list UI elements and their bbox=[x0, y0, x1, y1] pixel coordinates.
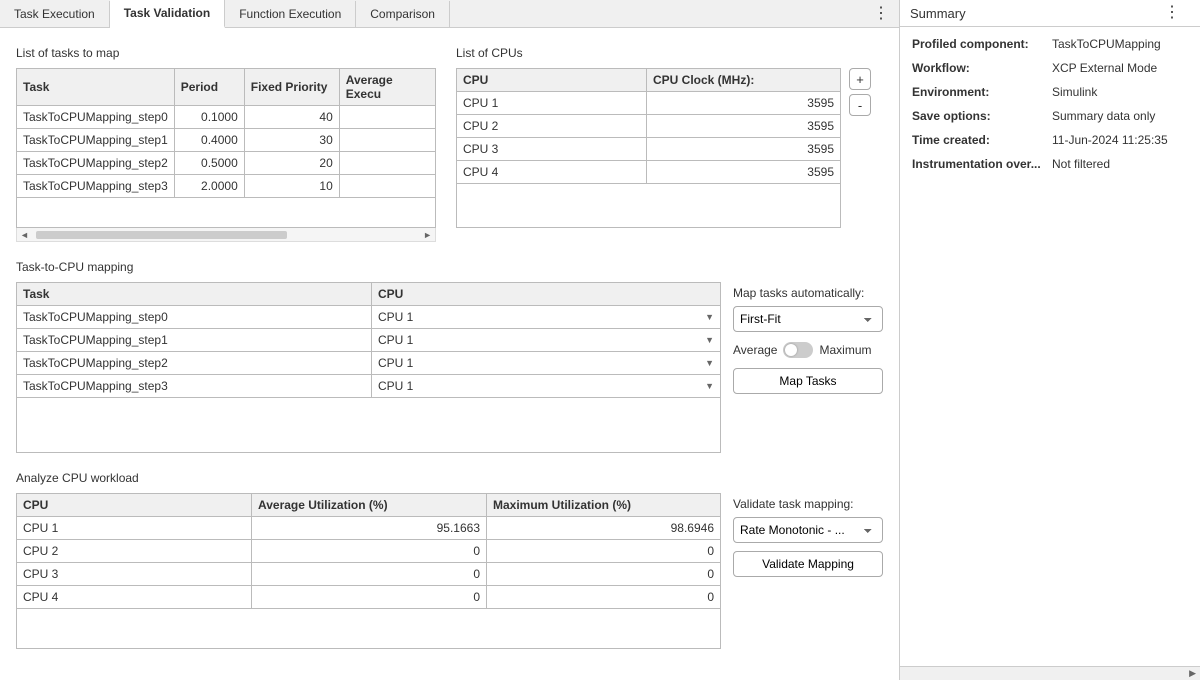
workload-th-max[interactable]: Maximum Utilization (%) bbox=[487, 494, 721, 517]
summary-val: Summary data only bbox=[1052, 109, 1188, 123]
table-row[interactable]: TaskToCPUMapping_step10.400030 bbox=[17, 129, 436, 152]
table-row[interactable]: CPU 195.166398.6946 bbox=[17, 517, 721, 540]
summary-title: Summary bbox=[910, 6, 966, 21]
map-algorithm-select[interactable]: First-Fit bbox=[733, 306, 883, 332]
summary-menu-icon[interactable]: ⋮ bbox=[1154, 5, 1190, 21]
summary-header: Summary ⋮ bbox=[900, 0, 1200, 27]
tasks-table[interactable]: Task Period Fixed Priority Average Execu… bbox=[16, 68, 436, 198]
mapping-th-cpu[interactable]: CPU bbox=[372, 283, 721, 306]
workload-section-label: Analyze CPU workload bbox=[16, 471, 883, 485]
table-row[interactable]: CPU 13595 bbox=[457, 92, 841, 115]
toggle-label-average: Average bbox=[733, 343, 777, 357]
mapping-th-task[interactable]: Task bbox=[17, 283, 372, 306]
summary-key: Instrumentation over... bbox=[912, 157, 1052, 171]
table-row[interactable]: TaskToCPUMapping_step00.100040 bbox=[17, 106, 436, 129]
summary-key: Profiled component: bbox=[912, 37, 1052, 51]
summary-val: Not filtered bbox=[1052, 157, 1188, 171]
table-row[interactable]: TaskToCPUMapping_step3CPU 1▼ bbox=[17, 375, 721, 398]
main-tabbar: Task Execution Task Validation Function … bbox=[0, 0, 899, 28]
cpus-table[interactable]: CPU CPU Clock (MHz): CPU 13595 CPU 23595… bbox=[456, 68, 841, 184]
table-row[interactable]: TaskToCPUMapping_step20.500020 bbox=[17, 152, 436, 175]
workload-th-avg[interactable]: Average Utilization (%) bbox=[252, 494, 487, 517]
table-row[interactable]: TaskToCPUMapping_step0CPU 1▼ bbox=[17, 306, 721, 329]
chevron-down-icon: ▼ bbox=[705, 335, 714, 345]
tab-task-validation[interactable]: Task Validation bbox=[110, 0, 225, 28]
tasks-section-label: List of tasks to map bbox=[16, 46, 436, 60]
workload-table[interactable]: CPU Average Utilization (%) Maximum Util… bbox=[16, 493, 721, 609]
remove-cpu-button[interactable]: - bbox=[849, 94, 871, 116]
table-row[interactable]: CPU 33595 bbox=[457, 138, 841, 161]
workload-th-cpu[interactable]: CPU bbox=[17, 494, 252, 517]
table-row[interactable]: TaskToCPUMapping_step32.000010 bbox=[17, 175, 436, 198]
validate-algorithm-select[interactable]: Rate Monotonic - ... bbox=[733, 517, 883, 543]
table-row[interactable]: TaskToCPUMapping_step1CPU 1▼ bbox=[17, 329, 721, 352]
summary-key: Time created: bbox=[912, 133, 1052, 147]
tab-comparison[interactable]: Comparison bbox=[356, 1, 450, 27]
mapping-cpu-cell[interactable]: CPU 1▼ bbox=[372, 352, 721, 375]
add-cpu-button[interactable]: + bbox=[849, 68, 871, 90]
table-row[interactable]: CPU 300 bbox=[17, 563, 721, 586]
avg-max-toggle[interactable] bbox=[783, 342, 813, 358]
tasks-th-avg[interactable]: Average Execu bbox=[339, 69, 435, 106]
validate-label: Validate task mapping: bbox=[733, 497, 883, 511]
table-row[interactable]: CPU 400 bbox=[17, 586, 721, 609]
table-row[interactable]: CPU 23595 bbox=[457, 115, 841, 138]
side-hscrollbar[interactable]: ▶ bbox=[900, 666, 1200, 680]
chevron-down-icon: ▼ bbox=[705, 358, 714, 368]
table-row[interactable]: CPU 200 bbox=[17, 540, 721, 563]
tasks-th-period[interactable]: Period bbox=[174, 69, 244, 106]
tab-function-execution[interactable]: Function Execution bbox=[225, 1, 356, 27]
table-row[interactable]: TaskToCPUMapping_step2CPU 1▼ bbox=[17, 352, 721, 375]
validate-mapping-button[interactable]: Validate Mapping bbox=[733, 551, 883, 577]
table-row[interactable]: CPU 43595 bbox=[457, 161, 841, 184]
tab-task-execution[interactable]: Task Execution bbox=[0, 1, 110, 27]
summary-key: Save options: bbox=[912, 109, 1052, 123]
mapping-table[interactable]: Task CPU TaskToCPUMapping_step0CPU 1▼ Ta… bbox=[16, 282, 721, 398]
toggle-label-maximum: Maximum bbox=[819, 343, 871, 357]
tasks-th-priority[interactable]: Fixed Priority bbox=[244, 69, 339, 106]
summary-key: Workflow: bbox=[912, 61, 1052, 75]
tasks-th-task[interactable]: Task bbox=[17, 69, 175, 106]
cpus-th-clock[interactable]: CPU Clock (MHz): bbox=[647, 69, 841, 92]
mapping-cpu-cell[interactable]: CPU 1▼ bbox=[372, 306, 721, 329]
map-tasks-button[interactable]: Map Tasks bbox=[733, 368, 883, 394]
mapping-section-label: Task-to-CPU mapping bbox=[16, 260, 883, 274]
mapping-cpu-cell[interactable]: CPU 1▼ bbox=[372, 375, 721, 398]
summary-val: XCP External Mode bbox=[1052, 61, 1188, 75]
tasks-hscrollbar[interactable]: ◄ ► bbox=[16, 228, 436, 242]
summary-val: Simulink bbox=[1052, 85, 1188, 99]
mapping-cpu-cell[interactable]: CPU 1▼ bbox=[372, 329, 721, 352]
summary-body: Profiled component:TaskToCPUMapping Work… bbox=[900, 27, 1200, 191]
cpus-section-label: List of CPUs bbox=[456, 46, 883, 60]
cpus-th-cpu[interactable]: CPU bbox=[457, 69, 647, 92]
summary-val: TaskToCPUMapping bbox=[1052, 37, 1188, 51]
chevron-down-icon: ▼ bbox=[705, 381, 714, 391]
summary-val: 11-Jun-2024 11:25:35 bbox=[1052, 133, 1188, 147]
main-tabs-menu-icon[interactable]: ⋮ bbox=[863, 6, 899, 22]
map-auto-label: Map tasks automatically: bbox=[733, 286, 883, 300]
summary-key: Environment: bbox=[912, 85, 1052, 99]
chevron-down-icon: ▼ bbox=[705, 312, 714, 322]
